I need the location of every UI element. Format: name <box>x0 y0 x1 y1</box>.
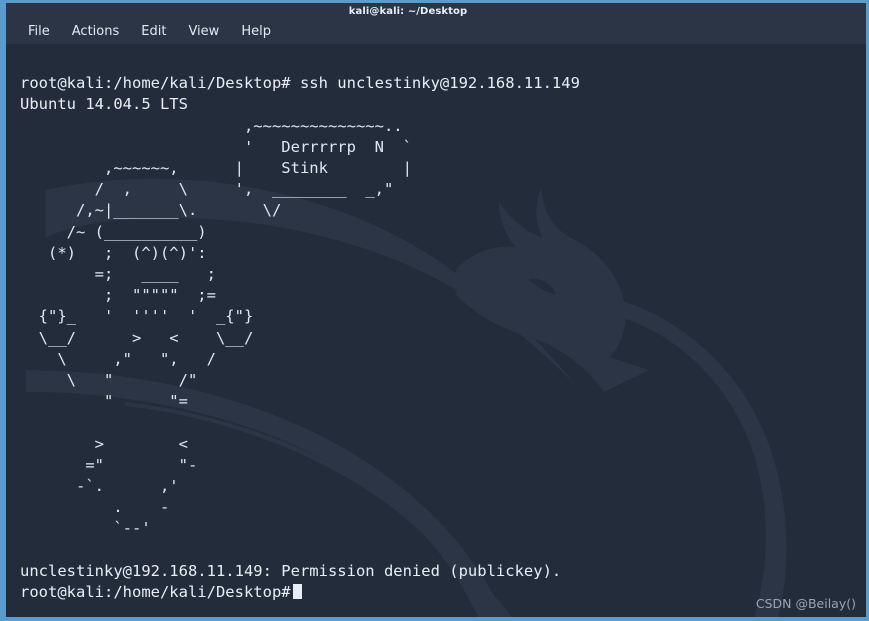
terminal-body[interactable]: root@kali:/home/kali/Desktop# ssh uncles… <box>6 44 866 617</box>
terminal-prompt: root@kali:/home/kali/Desktop# <box>20 583 291 602</box>
watermark-label: CSDN @Beilay() <box>755 596 856 611</box>
terminal-command-line: root@kali:/home/kali/Desktop# ssh uncles… <box>20 74 580 93</box>
menu-item-actions[interactable]: Actions <box>61 23 131 41</box>
titlebar[interactable]: kali@kali: ~/Desktop <box>6 3 866 19</box>
menu-item-help[interactable]: Help <box>230 23 282 41</box>
terminal-output: root@kali:/home/kali/Desktop# ssh uncles… <box>6 44 866 617</box>
terminal-window: kali@kali: ~/Desktop File Actions Edit V… <box>0 0 869 621</box>
menu-item-file[interactable]: File <box>17 23 61 41</box>
menubar: File Actions Edit View Help <box>6 19 866 44</box>
terminal-os-line: Ubuntu 14.04.5 LTS <box>20 95 188 114</box>
window-title: kali@kali: ~/Desktop <box>348 5 468 17</box>
ascii-art-banner: ,~~~~~~~~~~~~~~.. ' Derrrrrp N ` ,~~~~~~… <box>38 116 412 538</box>
terminal-error-line: unclestinky@192.168.11.149: Permission d… <box>20 561 562 580</box>
menu-item-edit[interactable]: Edit <box>130 23 177 41</box>
menu-item-view[interactable]: View <box>177 23 230 41</box>
terminal-cursor[interactable] <box>292 584 302 600</box>
